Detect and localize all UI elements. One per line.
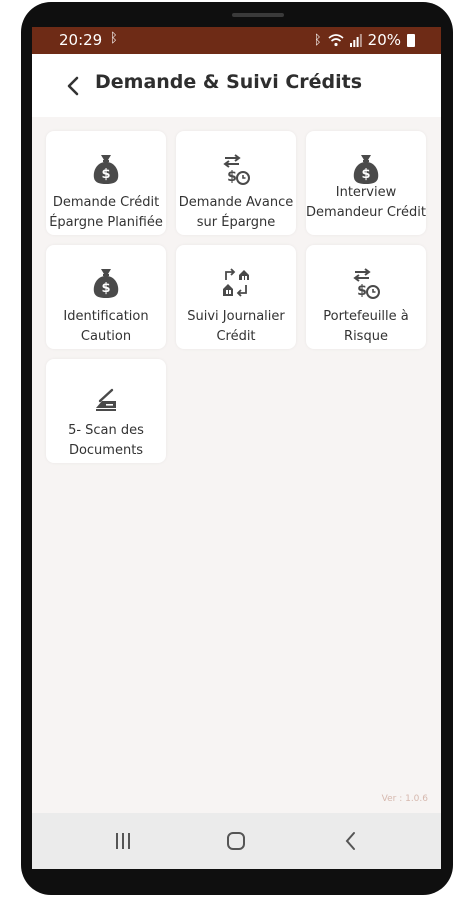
- svg-text:$: $: [357, 283, 367, 299]
- status-icons: ᛒ 20%: [314, 31, 415, 49]
- money-transfer-clock-icon: $: [223, 154, 250, 185]
- bluetooth-icon: ᛒ: [313, 32, 322, 48]
- recents-icon[interactable]: [109, 827, 137, 855]
- svg-text:$: $: [227, 169, 237, 185]
- svg-text:$: $: [361, 167, 370, 182]
- tile-label: Interview Demandeur Crédit: [306, 185, 426, 220]
- tile-scan-documents[interactable]: 5- Scan des Documents: [46, 359, 166, 463]
- money-bag-icon: $: [353, 155, 379, 184]
- tile-suivi-journalier-credit[interactable]: Suivi Journalier Crédit: [176, 245, 296, 349]
- tile-interview-demandeur-credit[interactable]: $ Interview Demandeur Crédit: [306, 131, 426, 235]
- money-transfer-clock-icon: $: [353, 268, 380, 299]
- phone-speaker: [232, 13, 284, 17]
- bluetooth-icon: ᛒ: [110, 31, 118, 46]
- svg-text:$: $: [101, 281, 110, 296]
- app-bar: Demande & Suivi Crédits: [32, 54, 441, 117]
- tile-label: Demande Avance sur Épargne: [178, 195, 294, 230]
- tile-portefeuille-a-risque[interactable]: $ Portefeuille à Risque: [306, 245, 426, 349]
- signal-icon: [349, 33, 362, 47]
- tile-demande-avance-epargne[interactable]: $ Demande Avance sur Épargne: [176, 131, 296, 235]
- screen: 20:29 ᛒ ᛒ 20% Demande & Suivi Crédits $ …: [32, 27, 441, 869]
- tile-label: Suivi Journalier Crédit: [187, 309, 285, 344]
- scanner-icon: [96, 388, 116, 411]
- tile-label: 5- Scan des Documents: [68, 423, 144, 458]
- money-bag-icon: $: [93, 269, 119, 298]
- tile-label: Identification Caution: [63, 309, 149, 344]
- arrow-left-icon[interactable]: [62, 74, 86, 98]
- tile-demande-credit-epargne[interactable]: $ Demande Crédit Épargne Planifiée: [46, 131, 166, 235]
- svg-text:$: $: [101, 167, 110, 182]
- status-bar: 20:29 ᛒ ᛒ 20%: [32, 27, 441, 54]
- version-label: Ver : 1.0.6: [381, 794, 428, 804]
- money-bag-icon: $: [93, 155, 119, 184]
- status-time: 20:29: [59, 31, 103, 49]
- page-title: Demande & Suivi Crédits: [95, 71, 363, 93]
- tile-label: Demande Crédit Épargne Planifiée: [49, 195, 163, 230]
- back-icon[interactable]: [337, 827, 365, 855]
- tile-identification-caution[interactable]: $ Identification Caution: [46, 245, 166, 349]
- battery-icon: [407, 33, 415, 47]
- wifi-icon: [328, 33, 344, 46]
- system-nav-bar: [32, 813, 441, 869]
- home-icon[interactable]: [222, 827, 250, 855]
- house-exchange-icon: [223, 268, 249, 297]
- tile-label: Portefeuille à Risque: [323, 309, 409, 344]
- battery-percent: 20%: [367, 31, 401, 49]
